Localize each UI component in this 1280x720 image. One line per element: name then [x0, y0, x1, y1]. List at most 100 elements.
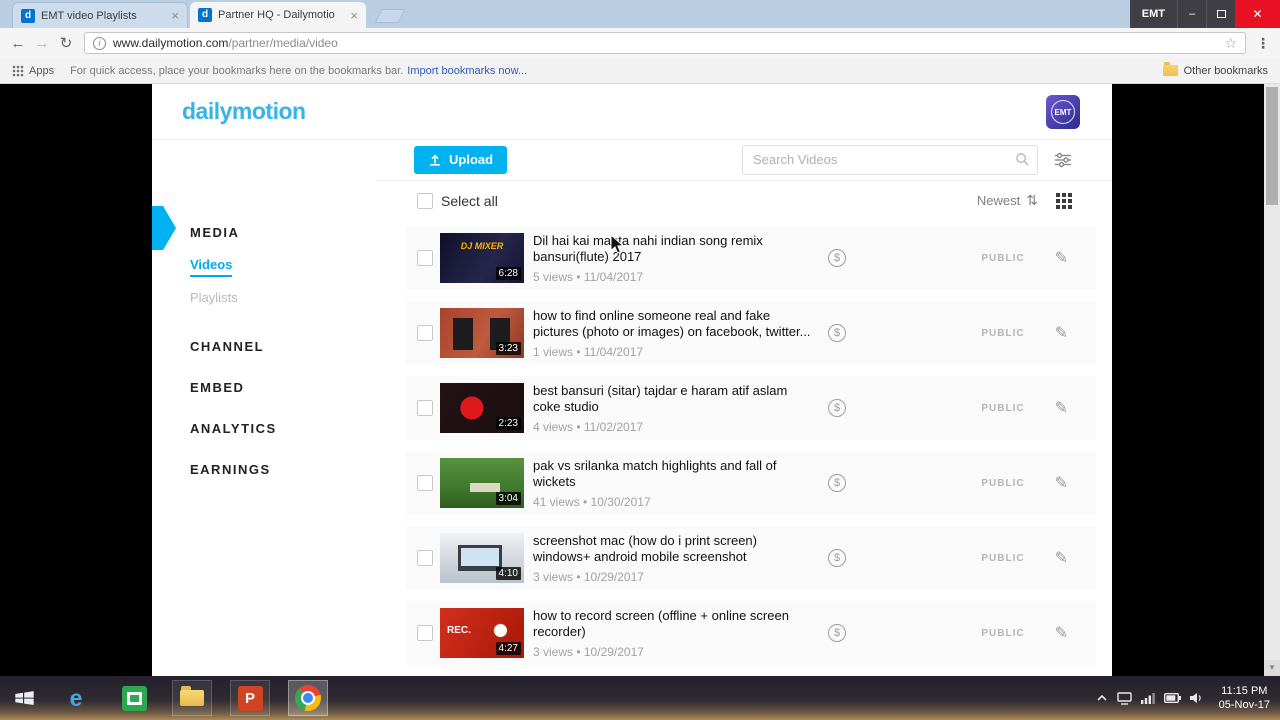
video-checkbox[interactable]: [417, 250, 433, 266]
upload-label: Upload: [449, 152, 494, 168]
dailymotion-favicon: d: [21, 8, 35, 23]
other-bookmarks-button[interactable]: Other bookmarks: [1162, 62, 1268, 77]
powerpoint-icon[interactable]: P: [230, 680, 270, 716]
reload-button[interactable]: ↻: [54, 34, 78, 52]
edit-icon[interactable]: ✎: [1055, 323, 1068, 343]
monetization-icon[interactable]: $: [828, 549, 846, 567]
pc-status-icon[interactable]: [1116, 691, 1132, 705]
video-thumbnail[interactable]: DJ MIXER 6:28: [440, 233, 524, 283]
monetization-icon[interactable]: $: [828, 249, 846, 267]
battery-icon[interactable]: [1163, 693, 1181, 703]
minimize-button[interactable]: –: [1177, 0, 1206, 28]
monetization-icon[interactable]: $: [828, 399, 846, 417]
sidebar-item-channel[interactable]: CHANNEL: [190, 339, 264, 354]
windows-taskbar: e P 11:15 PM 05-Nov-17: [0, 676, 1280, 720]
windows-logo-icon: [14, 691, 34, 705]
sidebar-item-earnings[interactable]: EARNINGS: [190, 462, 271, 477]
filter-icon[interactable]: [1054, 152, 1072, 168]
account-avatar[interactable]: EMT: [1046, 95, 1080, 129]
sort-button[interactable]: Newest: [977, 193, 1020, 208]
apps-label: Apps: [29, 64, 55, 77]
edit-icon[interactable]: ✎: [1055, 548, 1068, 568]
sidebar-item-embed[interactable]: EMBED: [190, 380, 244, 395]
thumbnail-label: REC.: [447, 625, 471, 636]
video-title[interactable]: screenshot mac (how do i print screen) w…: [533, 533, 818, 565]
file-explorer-icon[interactable]: [172, 680, 212, 716]
upload-button[interactable]: Upload: [414, 145, 508, 174]
video-title[interactable]: Dil hai kai manta nahi indian song remix…: [533, 233, 818, 265]
address-bar[interactable]: i www.dailymotion.com /partner/media/vid…: [84, 32, 1246, 54]
video-row: 3:04 pak vs srilanka match highlights an…: [406, 451, 1096, 515]
video-checkbox[interactable]: [417, 550, 433, 566]
video-thumbnail[interactable]: REC. 4:27: [440, 608, 524, 658]
video-title[interactable]: best bansuri (sitar) tajdar e haram atif…: [533, 383, 818, 415]
video-info: screenshot mac (how do i print screen) w…: [533, 533, 818, 584]
video-duration: 4:27: [495, 642, 521, 655]
grid-view-icon[interactable]: [1056, 192, 1072, 209]
browser-menu-icon[interactable]: ⋮: [1252, 35, 1274, 52]
monetization-icon[interactable]: $: [828, 624, 846, 642]
avatar-label: EMT: [1051, 100, 1075, 124]
sort-direction-icon[interactable]: ⇅: [1026, 192, 1038, 209]
apps-grid-icon: [12, 65, 24, 76]
taskbar-clock[interactable]: 11:15 PM 05-Nov-17: [1219, 684, 1270, 712]
import-bookmarks-link[interactable]: Import bookmarks now...: [407, 65, 527, 77]
show-hidden-icons-chevron[interactable]: [1096, 694, 1108, 702]
sidebar-item-analytics[interactable]: ANALYTICS: [190, 421, 277, 436]
green-app-icon[interactable]: [114, 680, 154, 716]
edit-icon[interactable]: ✎: [1055, 248, 1068, 268]
monetization-icon[interactable]: $: [828, 324, 846, 342]
tab-emt-video-playlists[interactable]: d EMT video Playlists ×: [12, 2, 188, 28]
video-checkbox[interactable]: [417, 400, 433, 416]
dailymotion-logo[interactable]: dailymotion: [182, 98, 306, 125]
network-signal-icon[interactable]: [1140, 692, 1155, 704]
video-checkbox[interactable]: [417, 325, 433, 341]
search-input[interactable]: [742, 144, 1038, 175]
upload-icon: [430, 154, 440, 166]
scrollbar-thumb[interactable]: [1266, 87, 1278, 205]
chrome-icon[interactable]: [288, 680, 328, 716]
bookmark-star-icon[interactable]: ☆: [1224, 35, 1237, 52]
volume-icon[interactable]: [1189, 692, 1204, 704]
start-button[interactable]: [0, 676, 48, 720]
select-all-checkbox[interactable]: [417, 192, 433, 209]
video-thumbnail[interactable]: 3:04: [440, 458, 524, 508]
video-info: how to find online someone real and fake…: [533, 308, 818, 359]
edit-icon[interactable]: ✎: [1055, 473, 1068, 493]
sidebar-item-videos[interactable]: Videos: [190, 257, 233, 277]
back-button[interactable]: ←: [6, 35, 30, 52]
search-icon[interactable]: [1015, 152, 1030, 167]
video-meta: 3 views • 10/29/2017: [533, 569, 644, 584]
close-button[interactable]: ✕: [1235, 0, 1280, 28]
video-checkbox[interactable]: [417, 475, 433, 491]
scroll-down-icon[interactable]: ▼: [1264, 660, 1280, 676]
edit-icon[interactable]: ✎: [1055, 398, 1068, 418]
tab-close-icon[interactable]: ×: [350, 8, 358, 23]
maximize-button[interactable]: [1206, 0, 1235, 28]
internet-explorer-icon[interactable]: e: [56, 680, 96, 716]
video-title[interactable]: how to find online someone real and fake…: [533, 308, 818, 340]
apps-shortcut[interactable]: Apps: [12, 65, 54, 77]
video-checkbox[interactable]: [417, 625, 433, 641]
tab-partner-hq[interactable]: d Partner HQ - Dailymotio ×: [190, 2, 366, 28]
monetization-icon[interactable]: $: [828, 474, 846, 492]
forward-button[interactable]: →: [30, 35, 54, 52]
browser-toolbar: ← → ↻ i www.dailymotion.com /partner/med…: [0, 28, 1280, 58]
video-thumbnail[interactable]: 4:10: [440, 533, 524, 583]
edit-icon[interactable]: ✎: [1055, 623, 1068, 643]
video-title[interactable]: pak vs srilanka match highlights and fal…: [533, 458, 818, 490]
main-content: Upload Select all Newest: [376, 140, 1112, 676]
video-row: 2:23 best bansuri (sitar) tajdar e haram…: [406, 376, 1096, 440]
page-info-icon[interactable]: i: [93, 36, 106, 50]
page-scrollbar[interactable]: ▼: [1264, 84, 1280, 676]
video-duration: 4:10: [495, 567, 521, 580]
new-tab-button[interactable]: [374, 9, 406, 23]
video-title[interactable]: how to record screen (offline + online s…: [533, 608, 818, 640]
clock-date: 05-Nov-17: [1218, 699, 1270, 711]
dailymotion-partner-page: dailymotion EMT MEDIA Videos Playlists C…: [152, 84, 1112, 676]
sidebar-item-media[interactable]: MEDIA: [190, 225, 239, 240]
video-thumbnail[interactable]: 3:23: [440, 308, 524, 358]
video-thumbnail[interactable]: 2:23: [440, 383, 524, 433]
sidebar-item-playlists[interactable]: Playlists: [190, 290, 238, 305]
tab-close-icon[interactable]: ×: [171, 8, 179, 23]
